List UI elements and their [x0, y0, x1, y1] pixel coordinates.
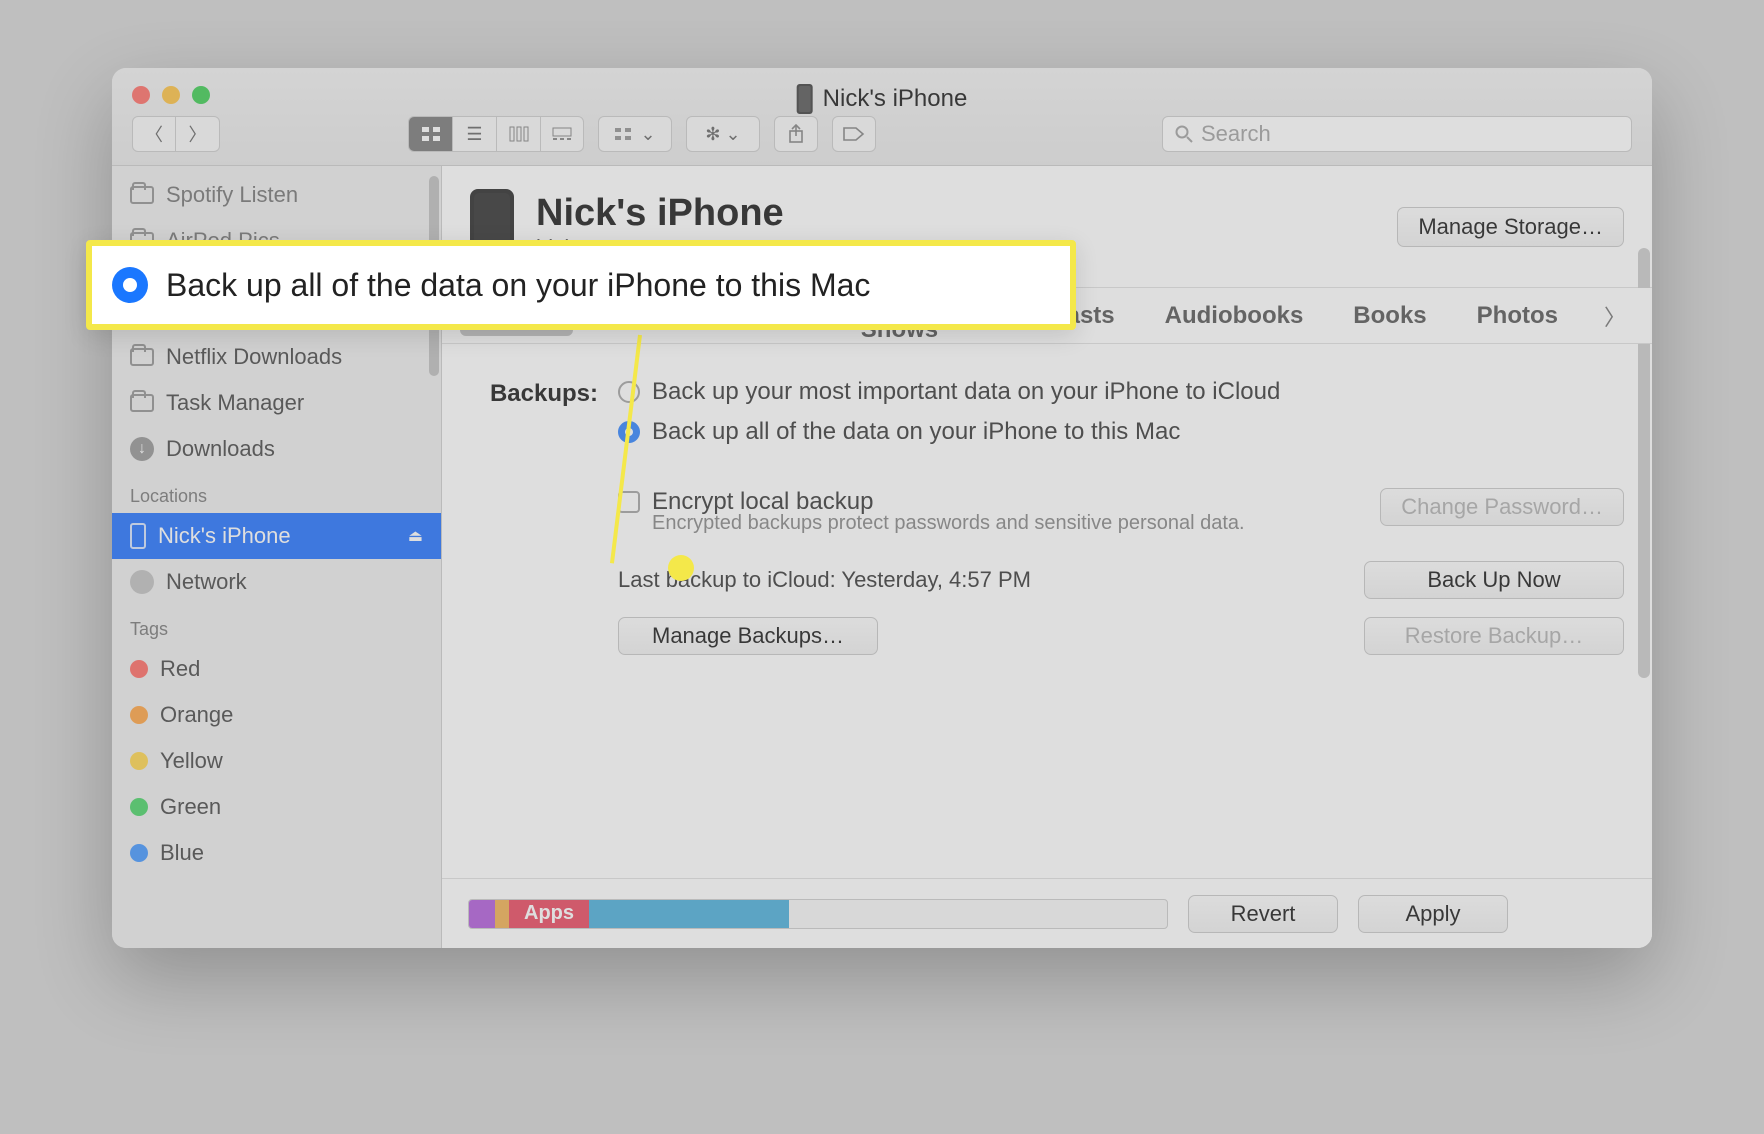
share-button[interactable] [774, 116, 818, 152]
tag-dot-icon [130, 706, 148, 724]
change-password-button[interactable]: Change Password… [1380, 488, 1624, 526]
tab-books[interactable]: Books [1341, 296, 1438, 336]
backups-label: Backups: [470, 378, 598, 655]
titlebar: Nick's iPhone 〈 〉 ☰ [112, 68, 1652, 166]
sidebar-tag[interactable]: Blue [112, 830, 441, 876]
tag-dot-icon [130, 798, 148, 816]
close-icon[interactable] [132, 86, 150, 104]
download-icon: ↓ [130, 437, 154, 461]
tag-dot-icon [130, 752, 148, 770]
tab-photos[interactable]: Photos [1465, 296, 1570, 336]
sidebar-tag[interactable]: Orange [112, 692, 441, 738]
tag-dot-icon [130, 844, 148, 862]
storage-segment [495, 900, 509, 928]
tags-button[interactable] [832, 116, 876, 152]
sidebar-item-device[interactable]: Nick's iPhone ⏏ [112, 513, 441, 559]
revert-button[interactable]: Revert [1188, 895, 1338, 933]
backup-option-mac[interactable]: Back up all of the data on your iPhone t… [618, 418, 1624, 446]
tab-audiobooks[interactable]: Audiobooks [1153, 296, 1316, 336]
column-view-button[interactable] [496, 116, 540, 152]
list-view-button[interactable]: ☰ [452, 116, 496, 152]
storage-segment [589, 900, 789, 928]
sidebar-heading-tags: Tags [112, 605, 441, 646]
sidebar-tag[interactable]: Yellow [112, 738, 441, 784]
search-icon [1175, 125, 1193, 143]
storage-segment-apps: Apps [509, 900, 589, 928]
annotation-leader-dot [668, 555, 694, 581]
radio-icon [112, 267, 148, 303]
search-placeholder: Search [1201, 121, 1271, 147]
view-mode-segment: ☰ [408, 116, 584, 152]
network-icon [130, 570, 154, 594]
search-input[interactable]: Search [1162, 116, 1632, 152]
device-icon [797, 84, 813, 114]
encrypt-subtext: Encrypted backups protect passwords and … [652, 512, 1362, 535]
minimize-icon[interactable] [162, 86, 180, 104]
maximize-icon[interactable] [192, 86, 210, 104]
storage-segment [469, 900, 495, 928]
manage-storage-button[interactable]: Manage Storage… [1397, 207, 1624, 247]
device-name: Nick's iPhone [536, 192, 784, 235]
group-by-button[interactable]: ⌄ [598, 116, 672, 152]
sidebar-folder[interactable]: Spotify Listen [112, 172, 441, 218]
window-controls [132, 86, 210, 104]
back-button[interactable]: 〈 [132, 116, 176, 152]
sidebar-heading-locations: Locations [112, 472, 441, 513]
sidebar-tag[interactable]: Green [112, 784, 441, 830]
content-area: Backups: Back up your most important dat… [442, 344, 1652, 948]
sidebar-tag[interactable]: Red [112, 646, 441, 692]
annotation-callout: Back up all of the data on your iPhone t… [86, 240, 1076, 330]
window-title: Nick's iPhone [797, 84, 968, 114]
storage-bar: Apps [468, 899, 1168, 929]
window-title-text: Nick's iPhone [823, 85, 968, 113]
backup-option-icloud[interactable]: Back up your most important data on your… [618, 378, 1624, 406]
sidebar-downloads[interactable]: ↓Downloads [112, 426, 441, 472]
tabs-scroll-right[interactable]: 〉 [1596, 296, 1634, 336]
tag-dot-icon [130, 660, 148, 678]
device-icon [130, 523, 146, 549]
apply-button[interactable]: Apply [1358, 895, 1508, 933]
sidebar-folder[interactable]: Task Manager [112, 380, 441, 426]
manage-backups-button[interactable]: Manage Backups… [618, 617, 878, 655]
gallery-view-button[interactable] [540, 116, 584, 152]
back-up-now-button[interactable]: Back Up Now [1364, 561, 1624, 599]
annotation-callout-text: Back up all of the data on your iPhone t… [166, 267, 870, 304]
finder-window: Nick's iPhone 〈 〉 ☰ [112, 68, 1652, 948]
sidebar-folder[interactable]: Netflix Downloads [112, 334, 441, 380]
eject-icon[interactable]: ⏏ [408, 526, 423, 546]
restore-backup-button[interactable]: Restore Backup… [1364, 617, 1624, 655]
toolbar: 〈 〉 ☰ ⌄ ✻ ⌄ [112, 113, 1652, 155]
action-menu-button[interactable]: ✻ ⌄ [686, 116, 760, 152]
icon-view-button[interactable] [408, 116, 452, 152]
footer: Apps Revert Apply [442, 878, 1652, 948]
sidebar-item-network[interactable]: Network [112, 559, 441, 605]
forward-button[interactable]: 〉 [176, 116, 220, 152]
